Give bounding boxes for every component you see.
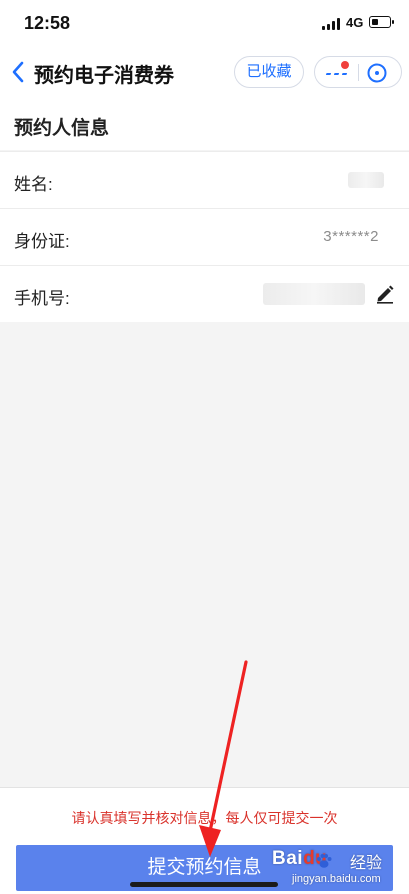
form-row-phone[interactable]: 手机号:: [0, 265, 409, 322]
home-indicator: [130, 882, 278, 887]
favorite-button[interactable]: 已收藏: [234, 56, 304, 88]
more-icon[interactable]: [315, 57, 358, 87]
signal-icon: [322, 18, 342, 30]
form-row-id[interactable]: 身份证: 3******2: [0, 208, 409, 265]
id-value: 3******2: [323, 228, 379, 245]
id-label: 身份证:: [14, 232, 70, 251]
status-time: 12:58: [24, 13, 71, 33]
watermark-brand: 经验: [350, 855, 383, 872]
mini-program-capsule: [314, 56, 402, 88]
edit-icon[interactable]: [374, 282, 396, 304]
network-type: 4G: [346, 15, 364, 30]
battery-icon: [369, 16, 394, 28]
submit-notice: 请认真填写并核对信息，每人仅可提交一次: [71, 810, 338, 826]
nav-bar: 预约电子消费券 已收藏: [0, 46, 409, 98]
name-label: 姓名:: [14, 175, 53, 194]
phone-value-masked: [263, 283, 365, 305]
watermark-url: jingyan.baidu.com: [292, 873, 381, 885]
section-header: 预约人信息: [0, 98, 409, 150]
paw-icon: [317, 854, 332, 868]
status-bar: 12:58 4G: [0, 0, 409, 46]
baidu-jingyan-watermark: Baidu 经验 jingyan.baidu.com: [266, 846, 406, 890]
capsule-divider: [358, 64, 359, 81]
notification-dot: [341, 61, 349, 69]
phone-label: 手机号:: [14, 289, 70, 308]
form-row-name[interactable]: 姓名:: [0, 151, 409, 208]
close-icon[interactable]: [365, 61, 389, 85]
page-title: 预约电子消费券: [34, 65, 174, 87]
section-title: 预约人信息: [14, 118, 110, 139]
back-arrow-icon[interactable]: [10, 60, 26, 84]
name-value-masked: [348, 172, 384, 188]
